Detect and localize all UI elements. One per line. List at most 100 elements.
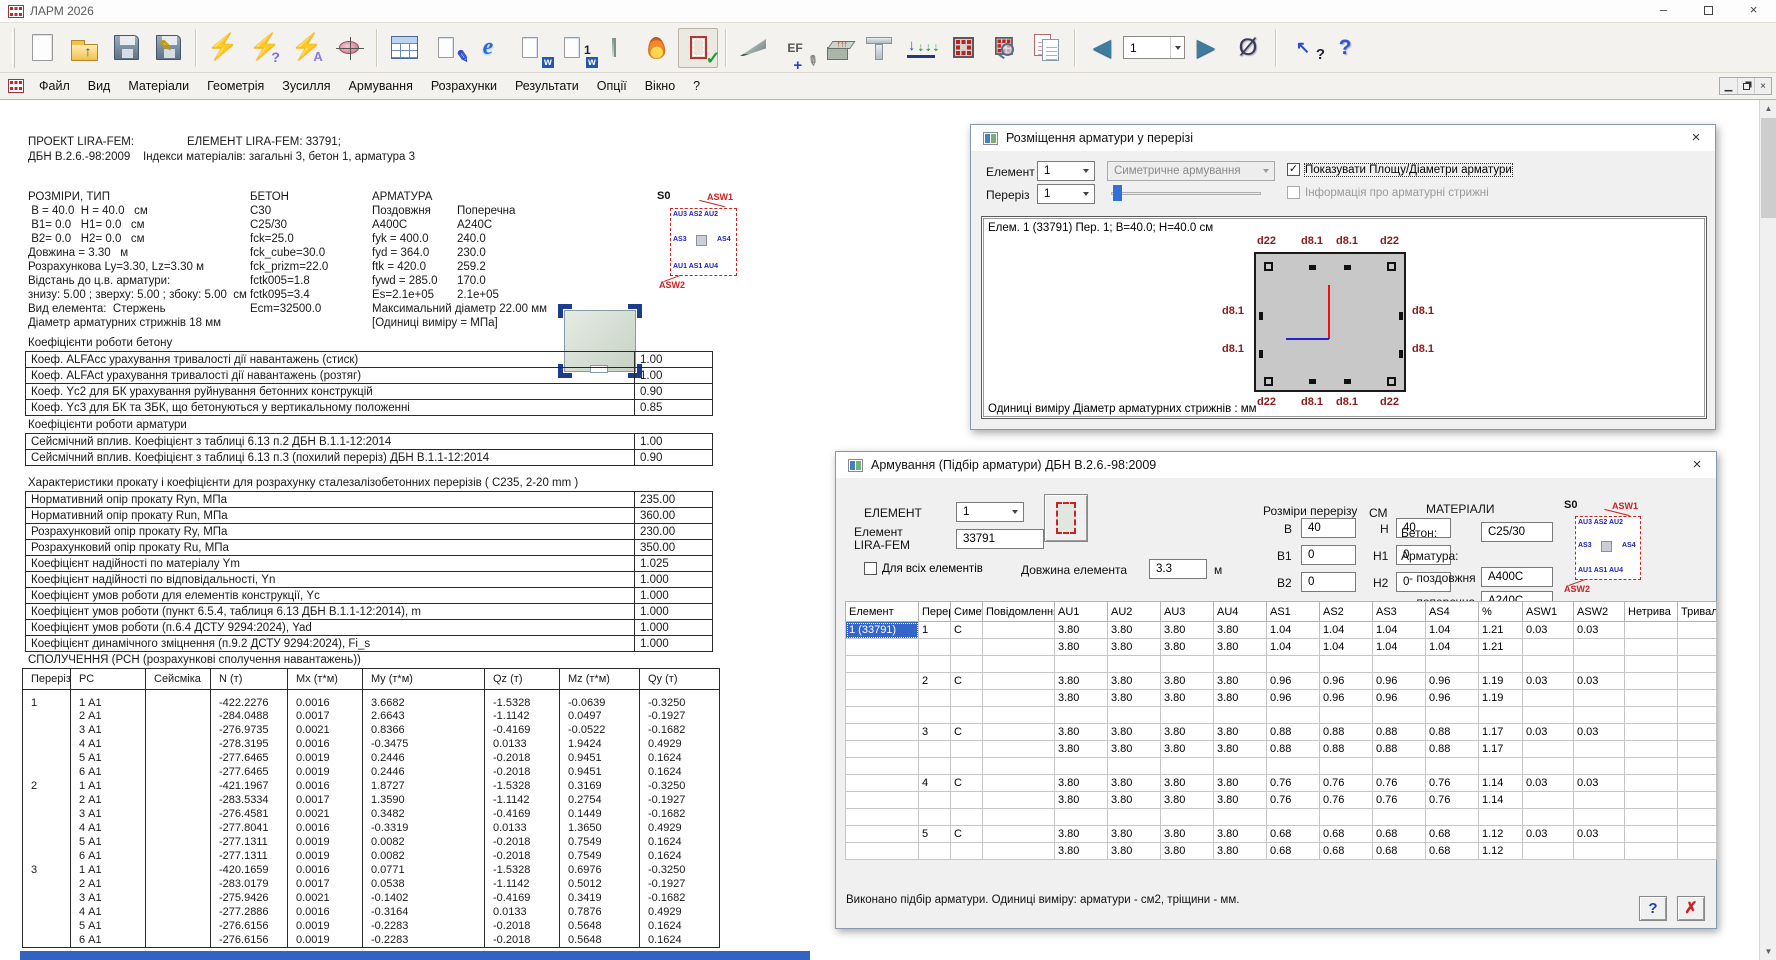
table-cell[interactable] — [1574, 656, 1625, 673]
table-cell[interactable] — [1625, 656, 1678, 673]
table-cell[interactable] — [1574, 707, 1625, 724]
diameter-button[interactable]: Ø — [1228, 28, 1268, 68]
b-field[interactable]: 40 — [1301, 518, 1356, 538]
table-cell[interactable]: 0.03 — [1523, 724, 1574, 741]
table-cell[interactable] — [1161, 707, 1214, 724]
table-cell[interactable]: 0.96 — [1320, 690, 1373, 707]
table-cell[interactable] — [1055, 656, 1108, 673]
table-cell[interactable] — [1373, 707, 1426, 724]
table-row[interactable]: 3.803.803.803.800.880.880.880.881.17 — [846, 741, 1717, 758]
table-cell[interactable] — [919, 792, 951, 809]
menu-item-1[interactable]: Файл — [30, 75, 79, 97]
table-view-button[interactable] — [384, 28, 424, 68]
table-cell[interactable]: 3.80 — [1108, 792, 1161, 809]
table-cell[interactable] — [1678, 724, 1717, 741]
table-cell[interactable]: 3.80 — [1214, 741, 1267, 758]
table-cell[interactable]: 0.88 — [1373, 724, 1426, 741]
length-field[interactable]: 3.3 — [1149, 559, 1207, 579]
table-cell[interactable]: 3.80 — [1055, 622, 1108, 639]
table-cell[interactable]: 0.76 — [1426, 775, 1479, 792]
section-slider[interactable] — [1111, 185, 1263, 201]
table-cell[interactable] — [983, 775, 1055, 792]
table-cell[interactable] — [951, 792, 983, 809]
table-cell[interactable] — [1625, 639, 1678, 656]
show-area-checkbox-label[interactable]: Показувати Площу/Діаметри арматури — [1305, 164, 1512, 176]
table-cell[interactable] — [1523, 707, 1574, 724]
table-cell[interactable]: 1.04 — [1426, 639, 1479, 656]
table-row[interactable]: 3С3.803.803.803.800.880.880.880.881.170.… — [846, 724, 1717, 741]
show-area-checkbox[interactable]: ✓ — [1287, 163, 1300, 176]
table-cell[interactable]: 1 — [919, 622, 951, 639]
menu-item-8[interactable]: Результати — [506, 75, 588, 97]
table-cell[interactable]: 3.80 — [1214, 639, 1267, 656]
placement-dialog-titlebar[interactable]: Розміщення арматури у перерізі — [971, 125, 1715, 151]
table-row[interactable] — [846, 758, 1717, 775]
menu-item-10[interactable]: Вікно — [636, 75, 684, 97]
local-axes-button[interactable] — [329, 28, 369, 68]
table-row[interactable]: 3.803.803.803.801.041.041.041.041.21 — [846, 639, 1717, 656]
table-cell[interactable]: 3.80 — [1161, 826, 1214, 843]
table-cell[interactable]: 0.96 — [1373, 690, 1426, 707]
table-cell[interactable]: 0.96 — [1267, 673, 1320, 690]
minimize-button[interactable]: – — [1641, 0, 1686, 22]
table-cell[interactable] — [1426, 707, 1479, 724]
table-cell[interactable] — [1267, 809, 1320, 826]
reinforcement-close-icon[interactable]: × — [1686, 456, 1708, 473]
table-cell[interactable]: 3.80 — [1161, 639, 1214, 656]
table-cell[interactable] — [1678, 707, 1717, 724]
table-cell[interactable]: 0.88 — [1426, 741, 1479, 758]
table-cell[interactable]: 0.96 — [1267, 690, 1320, 707]
table-cell[interactable]: 3.80 — [1108, 741, 1161, 758]
table-cell[interactable] — [1625, 758, 1678, 775]
table-cell[interactable] — [1678, 843, 1717, 860]
table-cell[interactable] — [1523, 690, 1574, 707]
table-cell[interactable] — [1574, 741, 1625, 758]
table-row[interactable] — [846, 656, 1717, 673]
table-cell[interactable]: 0.76 — [1320, 792, 1373, 809]
table-cell[interactable]: 0.68 — [1373, 826, 1426, 843]
table-cell[interactable]: 3.80 — [1055, 775, 1108, 792]
table-cell[interactable] — [1479, 809, 1523, 826]
table-cell[interactable] — [919, 707, 951, 724]
b2-field[interactable]: 0 — [1301, 572, 1356, 592]
element-number-combo[interactable]: 1 — [956, 502, 1024, 522]
table-cell[interactable]: 3.80 — [1214, 622, 1267, 639]
table-cell[interactable]: 0.68 — [1267, 826, 1320, 843]
help-button[interactable]: ? — [1325, 28, 1365, 68]
table-row[interactable]: 1 (33791)1С3.803.803.803.801.041.041.041… — [846, 622, 1717, 639]
report-button[interactable]: ✎ — [426, 28, 466, 68]
context-help-button[interactable]: ↖? — [1283, 28, 1323, 68]
table-cell[interactable]: 3.80 — [1161, 792, 1214, 809]
table-cell[interactable]: 5 — [919, 826, 951, 843]
table-cell[interactable]: 3.80 — [1214, 673, 1267, 690]
red-section-button[interactable] — [943, 28, 983, 68]
toolbar-handle[interactable] — [12, 28, 15, 68]
table-cell[interactable] — [1625, 792, 1678, 809]
open-document-button[interactable]: ↑ — [64, 28, 104, 68]
table-cell[interactable] — [846, 656, 919, 673]
reinforcement-dialog-titlebar[interactable]: Армування (Підбір арматури) ДБН В.2.6.-9… — [836, 452, 1716, 478]
table-cell[interactable] — [1320, 809, 1373, 826]
table-cell[interactable]: 1.14 — [1479, 792, 1523, 809]
table-cell[interactable]: 0.76 — [1267, 792, 1320, 809]
table-cell[interactable] — [1523, 741, 1574, 758]
table-cell[interactable]: 3.80 — [1161, 843, 1214, 860]
table-cell[interactable] — [1214, 707, 1267, 724]
table-cell[interactable] — [846, 809, 919, 826]
table-cell[interactable]: 0.68 — [1426, 843, 1479, 860]
table-cell[interactable] — [1055, 809, 1108, 826]
table-cell[interactable] — [846, 775, 919, 792]
table-cell[interactable]: 0.88 — [1373, 741, 1426, 758]
table-cell[interactable]: 3.80 — [1055, 673, 1108, 690]
table-cell[interactable] — [1574, 792, 1625, 809]
table-cell[interactable] — [1161, 758, 1214, 775]
table-cell[interactable]: 1.04 — [1267, 622, 1320, 639]
table-cell[interactable] — [1523, 809, 1574, 826]
table-cell[interactable]: 1.04 — [1320, 639, 1373, 656]
table-cell[interactable]: 3.80 — [1214, 724, 1267, 741]
table-cell[interactable] — [846, 843, 919, 860]
table-cell[interactable]: 3.80 — [1055, 741, 1108, 758]
table-cell[interactable] — [983, 809, 1055, 826]
table-cell[interactable]: 1.17 — [1479, 724, 1523, 741]
menu-item-3[interactable]: Матеріали — [119, 75, 198, 97]
